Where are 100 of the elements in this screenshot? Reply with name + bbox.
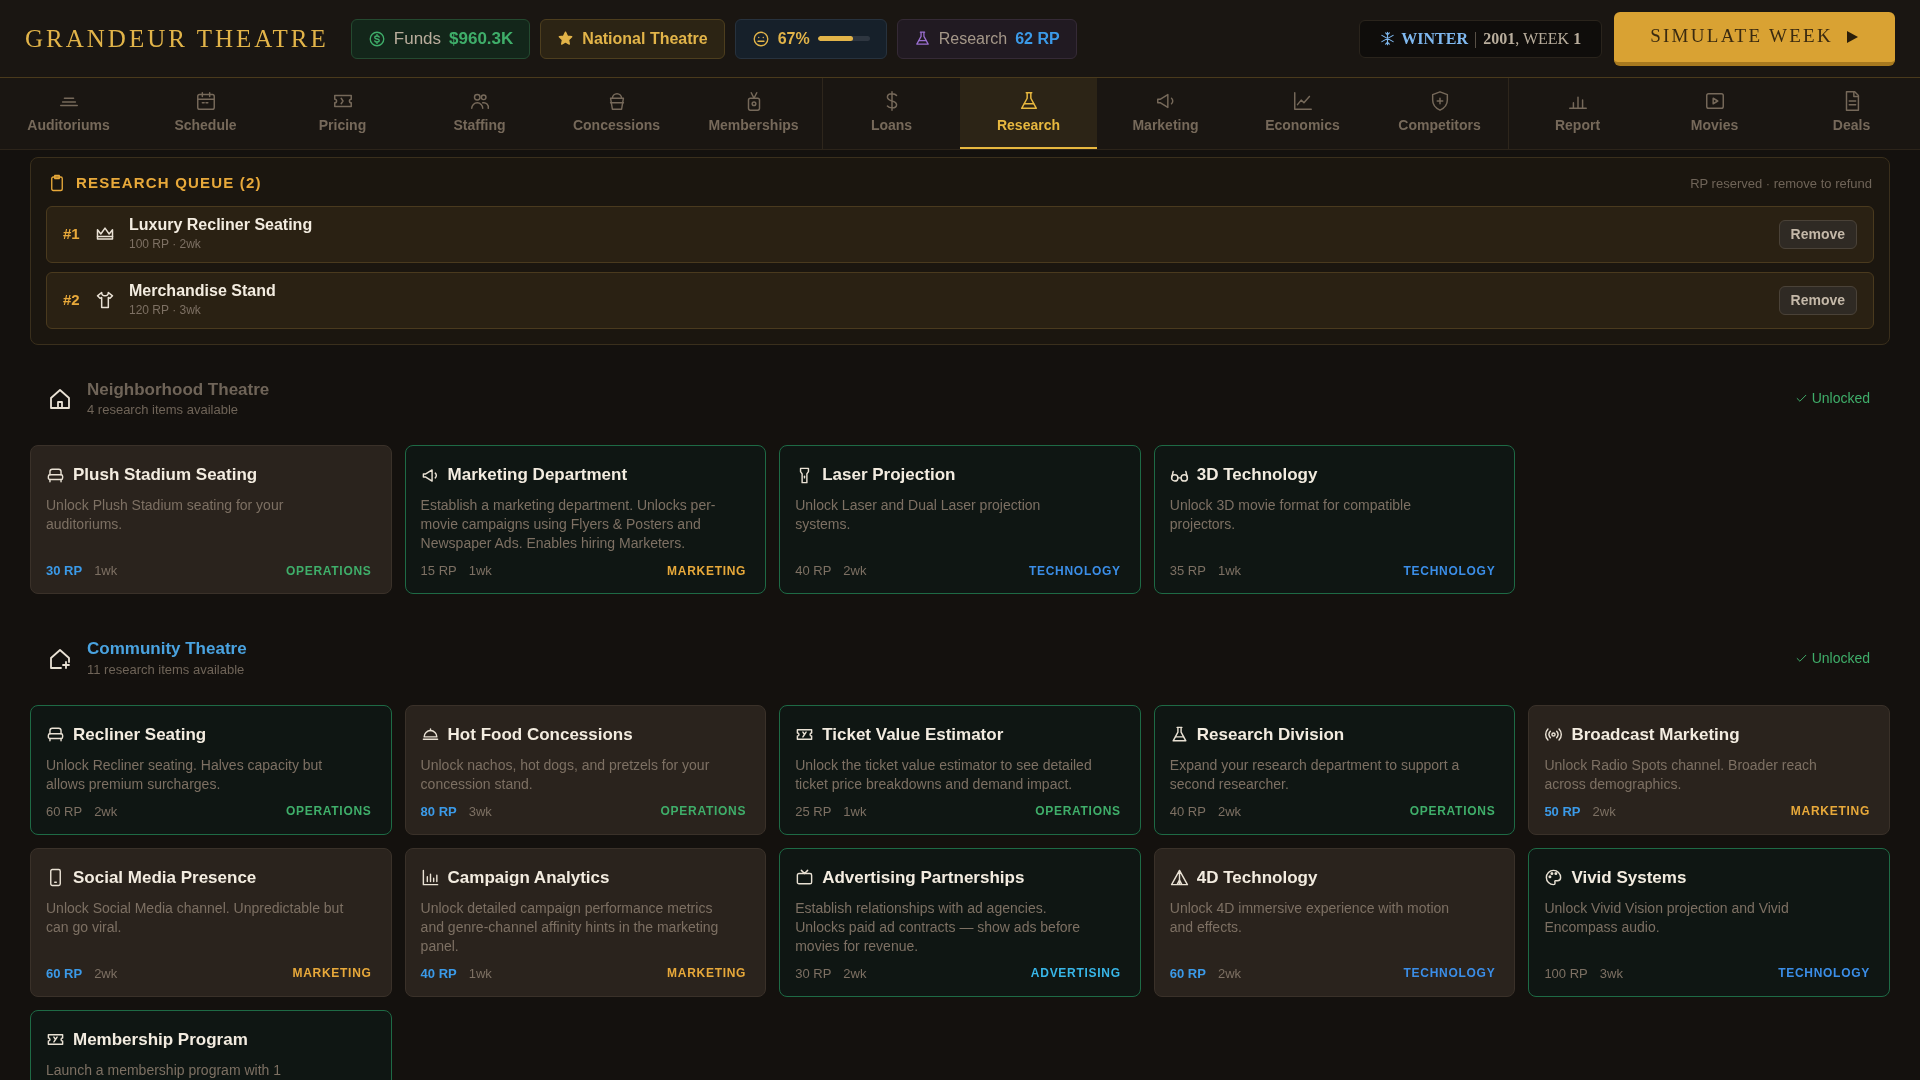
queue-item-name: Luxury Recliner Seating bbox=[129, 215, 313, 235]
queue-item-name: Merchandise Stand bbox=[129, 281, 276, 301]
funds-label: Funds bbox=[393, 27, 442, 50]
season-label: WINTER bbox=[1401, 28, 1468, 49]
card-description: Unlock nachos, hot dogs, and pretzels for your concession stand. bbox=[420, 755, 711, 794]
dollar-coin-icon bbox=[367, 29, 386, 48]
category-tag: TECHNOLOGY bbox=[1778, 964, 1874, 983]
research-label: Research bbox=[938, 28, 1008, 49]
card-title: Membership Program bbox=[73, 1029, 248, 1051]
cost-label: 15 RP bbox=[420, 561, 457, 580]
card-description: Establish relationships with ad agencies. Unlocks paid ad contracts — show ads before movies for revenue. bbox=[795, 898, 1081, 956]
palette-icon bbox=[1544, 868, 1564, 888]
category-tag: MARKETING bbox=[292, 964, 376, 983]
research-card[interactable]: 3D Technology Unlock 3D movie format for compatible projectors. 35 RP 1wk TECHNOLOGY bbox=[1153, 445, 1516, 595]
card-description: Unlock Social Media channel. Unpredictable but can go viral. bbox=[46, 898, 345, 937]
card-title: Recliner Seating bbox=[73, 724, 207, 746]
remove-button[interactable]: Remove bbox=[1778, 285, 1857, 315]
card-description: Unlock Laser and Dual Laser projection systems. bbox=[795, 495, 1042, 534]
card-description: Unlock Plush Stadium seating for your auditoriums. bbox=[46, 495, 285, 534]
research-card[interactable]: Advertising Partnerships Establish relationships with ad agencies. Unlocks paid ad contracts — show ads before movies for revenue. 30 RP 2wk ADVERTISING bbox=[779, 848, 1141, 997]
seat-icon bbox=[46, 465, 65, 485]
card-description: Unlock Vivid Vision projection and Vivid Encompass audio. bbox=[1544, 898, 1790, 937]
cost-label: 30 RP bbox=[795, 964, 832, 983]
cost-label: 60 RP bbox=[1169, 964, 1206, 983]
queue-item-meta: 100 RP · 2wk bbox=[129, 236, 202, 253]
card-description: Unlock 4D immersive experience with motion and effects. bbox=[1169, 898, 1451, 937]
research-card[interactable]: Laser Projection Unlock Laser and Dual Laser projection systems. 40 RP 2wk TECHNOLOGY bbox=[779, 445, 1141, 595]
satisfaction-value: 67% bbox=[777, 28, 810, 49]
duration-label: 3wk bbox=[468, 802, 492, 821]
research-card[interactable]: Broadcast Marketing Unlock Radio Spots channel. Broader reach across demographics. 50 RP 2wk MARKETING bbox=[1528, 705, 1890, 835]
duration-label: 2wk bbox=[1592, 802, 1616, 821]
duration-label: 1wk bbox=[843, 802, 867, 821]
research-card[interactable]: Campaign Analytics Unlock detailed campaign performance metrics and genre-channel affinity hints in the marketing panel. 40 RP 1wk MARKETING bbox=[404, 848, 767, 997]
duration-label: 2wk bbox=[94, 964, 118, 983]
card-description: Expand your research department to support a second researcher. bbox=[1169, 755, 1461, 794]
card-title: 3D Technology bbox=[1196, 464, 1318, 487]
duration-label: 2wk bbox=[94, 802, 118, 821]
cost-label: 25 RP bbox=[795, 802, 832, 821]
research-card[interactable]: 4D Technology Unlock 4D immersive experience with motion and effects. 60 RP 2wk TECHNOLOGY bbox=[1153, 848, 1516, 997]
research-card[interactable]: Hot Food Concessions Unlock nachos, hot dogs, and pretzels for your concession stand. 80 RP 3wk OPERATIONS bbox=[404, 705, 767, 835]
card-description: Unlock Recliner seating. Halves capacity but allows premium surcharges. bbox=[46, 755, 324, 794]
simulate-week-button[interactable]: SIMULATE WEEK bbox=[1614, 11, 1895, 66]
category-tag: OPERATIONS bbox=[285, 802, 376, 821]
play-icon bbox=[1845, 29, 1859, 44]
bar-chart-icon bbox=[420, 868, 440, 888]
cost-label: 30 RP bbox=[46, 561, 83, 580]
category-tag: MARKETING bbox=[667, 561, 751, 580]
category-tag: MARKETING bbox=[1790, 802, 1874, 821]
unlock-status: Unlocked bbox=[1811, 649, 1870, 669]
queue-note: RP reserved · remove to refund bbox=[1690, 174, 1872, 193]
cost-label: 60 RP bbox=[46, 802, 83, 821]
card-title: Broadcast Marketing bbox=[1571, 724, 1740, 746]
category-tag: ADVERTISING bbox=[1030, 964, 1125, 983]
duration-label: 2wk bbox=[1217, 802, 1242, 821]
card-title: Research Division bbox=[1196, 724, 1345, 746]
cost-label: 80 RP bbox=[420, 802, 457, 821]
research-card[interactable]: Social Media Presence Unlock Social Media channel. Unpredictable but can go viral. 60 RP 2wk MARKETING bbox=[30, 848, 392, 997]
category-tag: TECHNOLOGY bbox=[1028, 561, 1125, 580]
unlock-status: Unlocked bbox=[1811, 389, 1870, 409]
cost-label: 60 RP bbox=[46, 964, 83, 983]
cost-label: 40 RP bbox=[795, 561, 832, 580]
research-card[interactable]: Research Division Expand your research department to support a second researcher. 40 RP 2wk OPERATIONS bbox=[1153, 705, 1516, 835]
duration-label: 2wk bbox=[1217, 964, 1242, 983]
queue-title: RESEARCH QUEUE (2) bbox=[76, 173, 262, 193]
research-card[interactable]: Vivid Systems Unlock Vivid Vision projection and Vivid Encompass audio. 100 RP 3wk TECHNOLOGY bbox=[1528, 848, 1890, 997]
card-title: 4D Technology bbox=[1196, 867, 1318, 889]
section-title: Community Theatre bbox=[87, 638, 247, 660]
tent-icon bbox=[1169, 868, 1189, 888]
research-card[interactable]: Ticket Value Estimator Unlock the ticket value estimator to see detailed ticket price breakdowns and demand impact. 25 RP 1wk OPERATIONS bbox=[779, 705, 1141, 835]
duration-label: 2wk bbox=[843, 964, 867, 983]
research-card[interactable]: Plush Stadium Seating Unlock Plush Stadium seating for your auditoriums. 30 RP 1wk OPERATIONS bbox=[30, 445, 392, 595]
satisfaction-bar bbox=[817, 36, 870, 41]
funds-value: $960.3K bbox=[449, 27, 514, 50]
house-icon bbox=[48, 386, 72, 411]
research-card[interactable]: Marketing Department Establish a marketing department. Unlocks per-movie campaigns using Flyers & Posters and Newspaper Ads. Enables hiring Marketers. 15 RP 1wk MARKETING bbox=[404, 445, 767, 595]
duration-label: 2wk bbox=[843, 561, 867, 580]
cost-label: 40 RP bbox=[1169, 802, 1206, 821]
card-description: Unlock 3D movie format for compatible projectors. bbox=[1169, 495, 1412, 534]
queue-rank: #2 bbox=[63, 289, 81, 310]
research-card[interactable]: Recliner Seating Unlock Recliner seating. Halves capacity but allows premium surcharges. 60 RP 2wk OPERATIONS bbox=[30, 705, 392, 835]
cost-label: 40 RP bbox=[420, 964, 457, 983]
nav-tab[interactable]: Research bbox=[960, 78, 1097, 149]
category-tag: OPERATIONS bbox=[1409, 802, 1500, 821]
category-tag: TECHNOLOGY bbox=[1403, 561, 1500, 580]
house-plus-icon bbox=[48, 646, 72, 671]
queue-rank: #1 bbox=[63, 223, 81, 244]
research-card[interactable]: Membership Program Launch a membership program with 1 bbox=[30, 1010, 392, 1080]
category-tag: TECHNOLOGY bbox=[1403, 964, 1500, 983]
remove-button[interactable]: Remove bbox=[1778, 219, 1857, 249]
tv-icon bbox=[795, 868, 815, 888]
card-title: Vivid Systems bbox=[1571, 867, 1687, 889]
category-tag: OPERATIONS bbox=[1035, 802, 1125, 821]
cost-label: 100 RP bbox=[1544, 964, 1588, 983]
card-description: Launch a membership program with 1 bbox=[46, 1060, 282, 1080]
duration-label: 3wk bbox=[1599, 964, 1623, 983]
duration-label: 1wk bbox=[94, 561, 118, 580]
queue-item-meta: 120 RP · 3wk bbox=[129, 302, 202, 319]
research-points: 62 RP bbox=[1015, 28, 1060, 49]
rank-label: National Theatre bbox=[582, 28, 708, 49]
category-tag: MARKETING bbox=[667, 964, 751, 983]
